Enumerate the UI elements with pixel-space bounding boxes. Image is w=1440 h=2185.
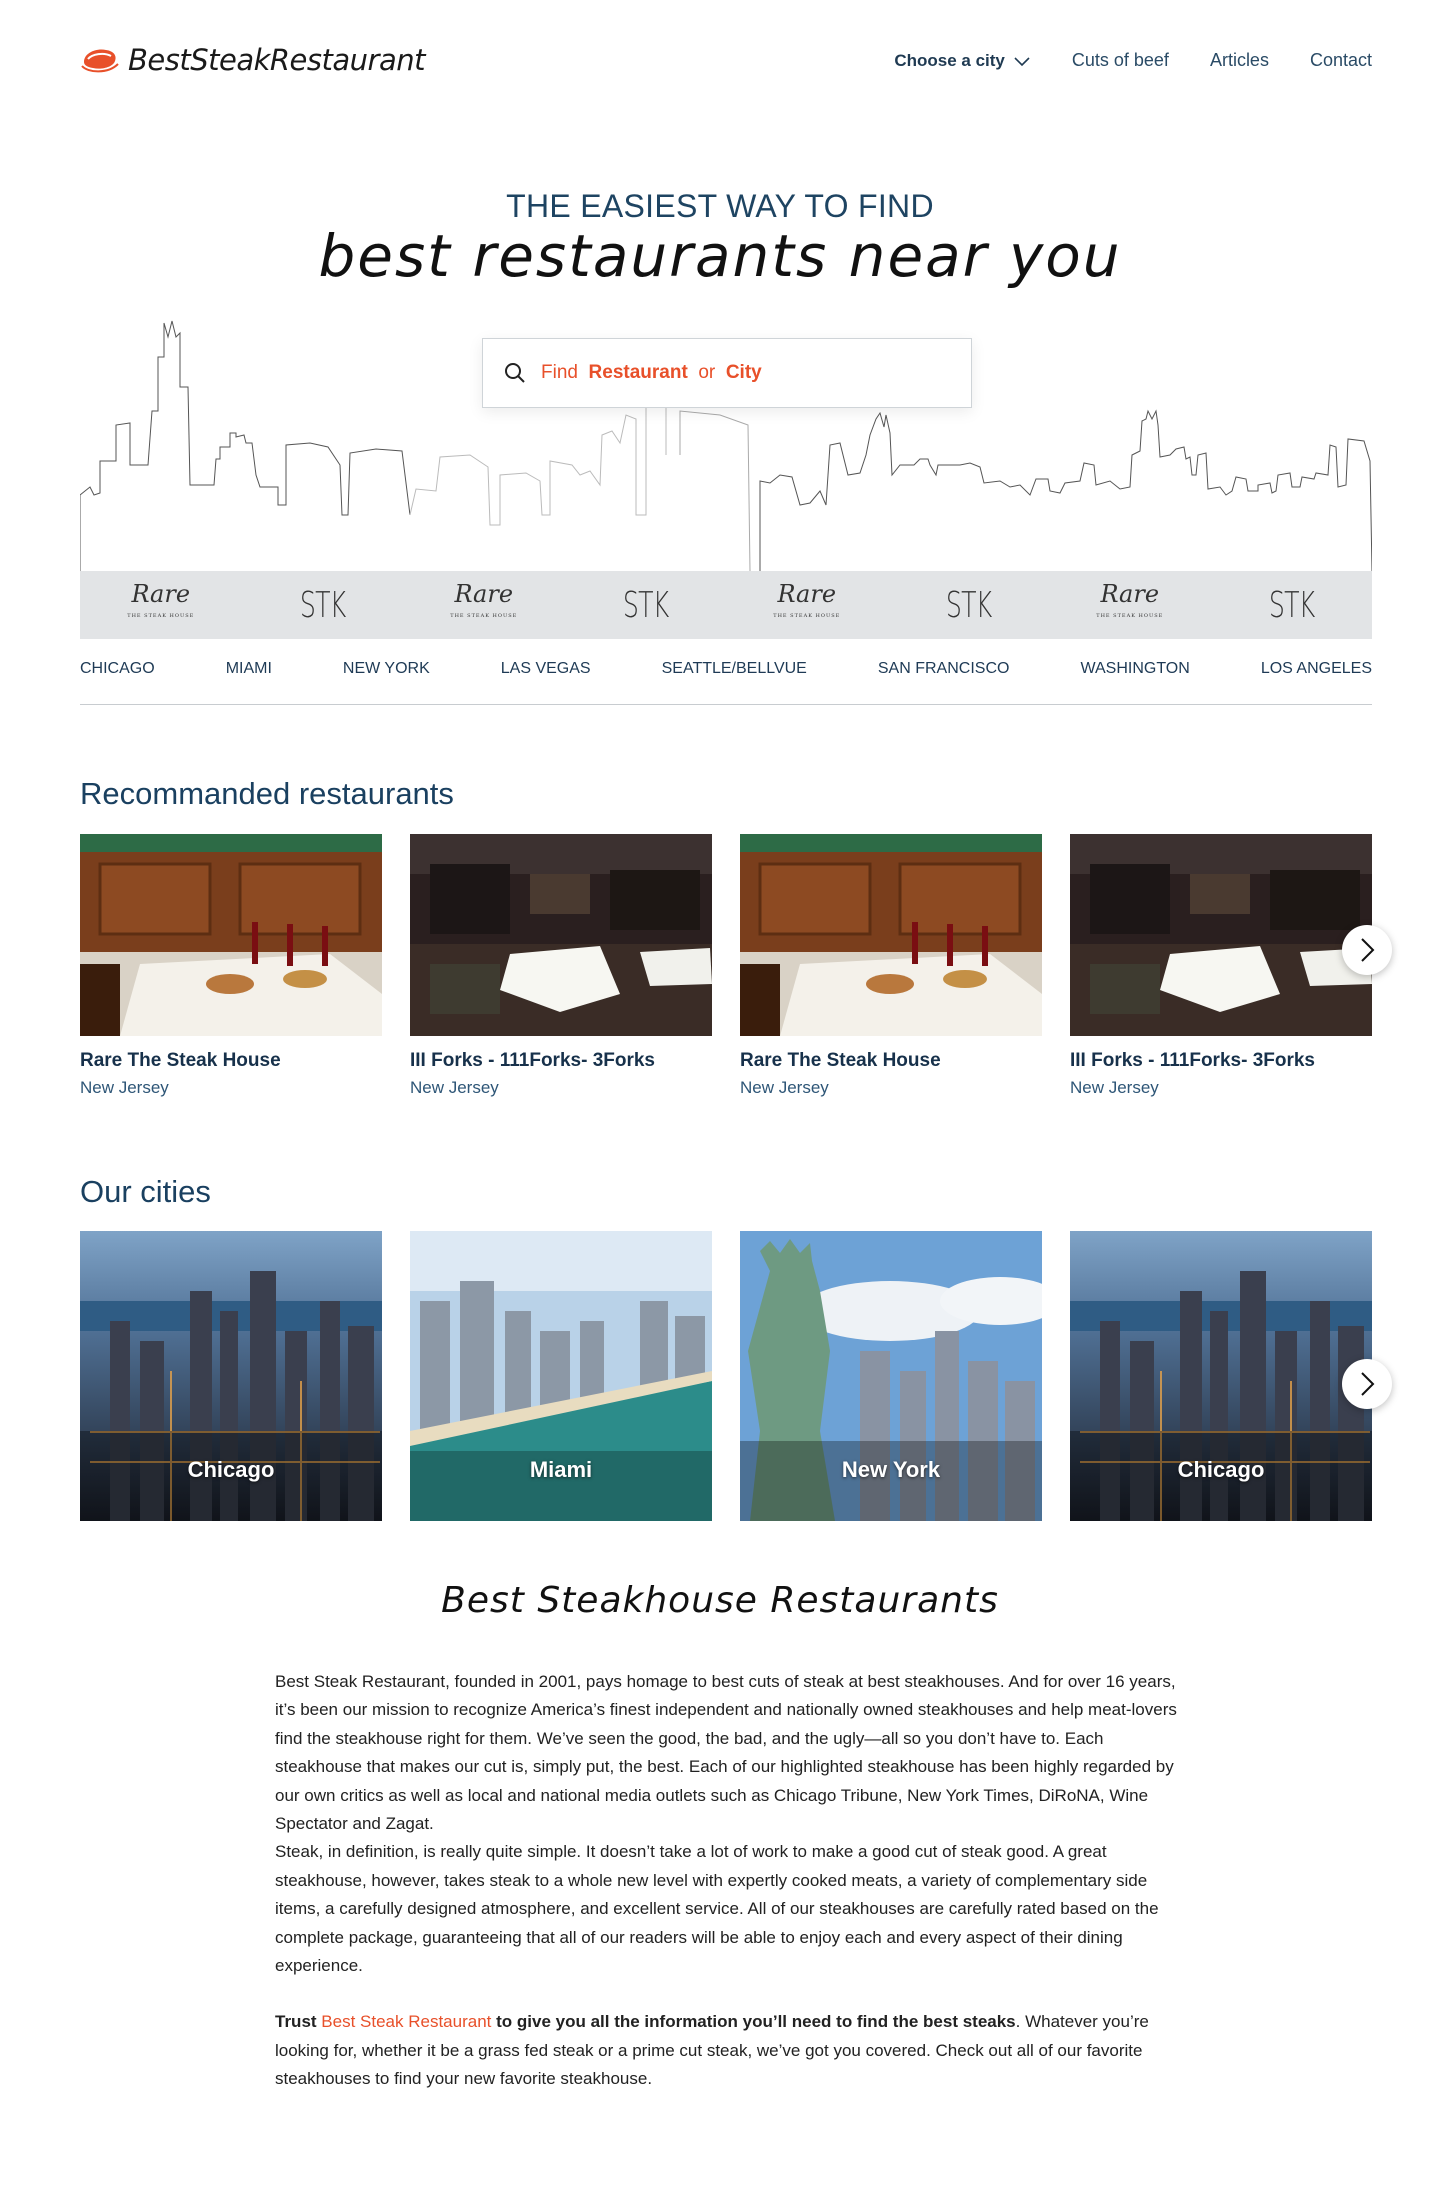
city-name: Miami	[529, 1457, 593, 1482]
restaurant-photo	[1070, 834, 1372, 1036]
nav-contact[interactable]: Contact	[1310, 50, 1372, 71]
search-box[interactable]: Find Restaurant or City	[482, 338, 972, 408]
restaurant-photo	[80, 834, 382, 1036]
nav-articles[interactable]: Articles	[1210, 50, 1269, 71]
restaurant-card[interactable]: III Forks - 111Forks- 3Forks New Jersey	[410, 834, 712, 1098]
brand-rare-tag: THE STEAK HOUSE	[773, 613, 841, 619]
site-logo[interactable]: BestSteakRestaurant	[80, 40, 425, 80]
hero-eyebrow: THE EASIEST WAY TO FIND	[506, 188, 934, 224]
search-icon	[505, 363, 525, 383]
brand-logo-rare[interactable]: Rare THE STEAK HOUSE	[80, 580, 242, 627]
brand-rare-tag: THE STEAK HOUSE	[1096, 613, 1164, 619]
restaurant-location: New Jersey	[80, 1078, 169, 1097]
city-card-new-york[interactable]: New York	[740, 1231, 1042, 1521]
nav-choose-city-label: Choose a city	[894, 50, 1005, 70]
city-link-miami[interactable]: MIAMI	[226, 660, 272, 678]
city-card-chicago[interactable]: Chicago	[1070, 1231, 1372, 1521]
nav-choose-city[interactable]: Choose a city	[894, 51, 1031, 71]
brand-stk-name: STK	[622, 584, 669, 626]
city-link-los-angeles[interactable]: LOS ANGELES	[1261, 660, 1372, 678]
recommended-next-button[interactable]	[1342, 925, 1392, 975]
brand-rare-name: Rare	[454, 580, 514, 608]
restaurant-name[interactable]: Rare The Steak House	[740, 1050, 1042, 1072]
restaurant-name[interactable]: Rare The Steak House	[80, 1050, 382, 1072]
search-restaurant: Restaurant	[588, 362, 688, 383]
brand-rare-tag: THE STEAK HOUSE	[450, 613, 518, 619]
city-name: New York	[841, 1457, 941, 1482]
about-bold-text: to give you all the information you’ll n…	[496, 2012, 1016, 2032]
restaurant-photo	[410, 834, 712, 1036]
search-input[interactable]: Find Restaurant or City	[541, 362, 762, 384]
restaurant-name[interactable]: III Forks - 111Forks- 3Forks	[1070, 1050, 1372, 1072]
restaurant-card[interactable]: Rare The Steak House New Jersey	[740, 834, 1042, 1098]
city-link-las-vegas[interactable]: LAS VEGAS	[501, 660, 591, 678]
cities-carousel: Chicago Miami New York Chicago	[80, 1231, 1372, 1521]
chevron-right-icon	[1361, 1372, 1375, 1396]
brand-rare-name: Rare	[777, 580, 837, 608]
city-link-san-francisco[interactable]: SAN FRANCISCO	[878, 660, 1010, 678]
brand-rare-tag: THE STEAK HOUSE	[127, 613, 195, 619]
brand-stk-name: STK	[945, 584, 992, 626]
city-card-chicago[interactable]: Chicago	[80, 1231, 382, 1521]
brand-logo-stk[interactable]: STK	[1211, 585, 1373, 626]
cities-next-button[interactable]	[1342, 1359, 1392, 1409]
steak-logo-icon	[81, 49, 119, 73]
restaurant-card[interactable]: Rare The Steak House New Jersey	[80, 834, 382, 1098]
brand-rare-name: Rare	[131, 580, 191, 608]
search-or: or	[698, 362, 716, 383]
search-prefix: Find	[541, 362, 578, 383]
brand-logo-stk[interactable]: STK	[565, 585, 727, 626]
restaurant-location: New Jersey	[410, 1078, 499, 1097]
city-link-seattle-bellvue[interactable]: SEATTLE/BELLVUE	[662, 660, 807, 678]
city-name: Chicago	[187, 1457, 275, 1482]
city-card-miami[interactable]: Miami	[410, 1231, 712, 1521]
restaurant-location: New Jersey	[740, 1078, 829, 1097]
city-links: CHICAGO MIAMI NEW YORK LAS VEGAS SEATTLE…	[80, 660, 1372, 678]
about-paragraph-3: Trust Best Steak Restaurant to give you …	[275, 2008, 1177, 2093]
site-header: BestSteakRestaurant Choose a city Cuts o…	[80, 36, 1372, 86]
city-link-chicago[interactable]: CHICAGO	[80, 660, 155, 678]
brand-stk-name: STK	[299, 584, 346, 626]
brand-rare-name: Rare	[1100, 580, 1160, 608]
city-link-new-york[interactable]: NEW YORK	[343, 660, 430, 678]
about-paragraph-1: Best Steak Restaurant, founded in 2001, …	[275, 1672, 1177, 1834]
restaurant-photo	[740, 834, 1042, 1036]
about-trust: Trust	[275, 2012, 317, 2032]
chevron-down-icon	[1014, 56, 1030, 66]
about-paragraph-2: Steak, in definition, is really quite si…	[275, 1842, 1159, 1976]
search-city: City	[725, 362, 762, 383]
city-name: Chicago	[1177, 1457, 1265, 1482]
hero-title: best restaurants near you	[318, 222, 1122, 290]
about-brand-link[interactable]: Best Steak Restaurant	[321, 2012, 491, 2031]
brand-logo-stk[interactable]: STK	[888, 585, 1050, 626]
restaurant-name[interactable]: III Forks - 111Forks- 3Forks	[410, 1050, 712, 1072]
brand-logo-rare[interactable]: Rare THE STEAK HOUSE	[726, 580, 888, 627]
about-title: Best Steakhouse Restaurants	[441, 1580, 999, 1621]
city-link-washington[interactable]: WASHINGTON	[1080, 660, 1189, 678]
brand-logo-stk[interactable]: STK	[242, 585, 404, 626]
brand-logo-rare[interactable]: Rare THE STEAK HOUSE	[403, 580, 565, 627]
brand-stk-name: STK	[1268, 584, 1315, 626]
nav-cuts-of-beef[interactable]: Cuts of beef	[1072, 50, 1169, 71]
brand-logos-strip: Rare THE STEAK HOUSE STK Rare THE STEAK HO…	[80, 571, 1372, 639]
restaurant-card[interactable]: III Forks - 111Forks- 3Forks New Jersey	[1070, 834, 1372, 1098]
section-divider	[80, 704, 1372, 705]
about-text: Best Steak Restaurant, founded in 2001, …	[275, 1668, 1177, 2094]
restaurant-location: New Jersey	[1070, 1078, 1159, 1097]
recommended-carousel: Rare The Steak House New Jersey III Fork…	[80, 834, 1372, 1104]
brand-logo-rare[interactable]: Rare THE STEAK HOUSE	[1049, 580, 1211, 627]
logo-text: BestSteakRestaurant	[128, 43, 425, 77]
main-nav: Choose a city Cuts of beef Articles Cont…	[894, 50, 1372, 71]
recommended-title: Recommanded restaurants	[80, 776, 454, 811]
chevron-right-icon	[1361, 938, 1375, 962]
cities-title: Our cities	[80, 1174, 211, 1209]
